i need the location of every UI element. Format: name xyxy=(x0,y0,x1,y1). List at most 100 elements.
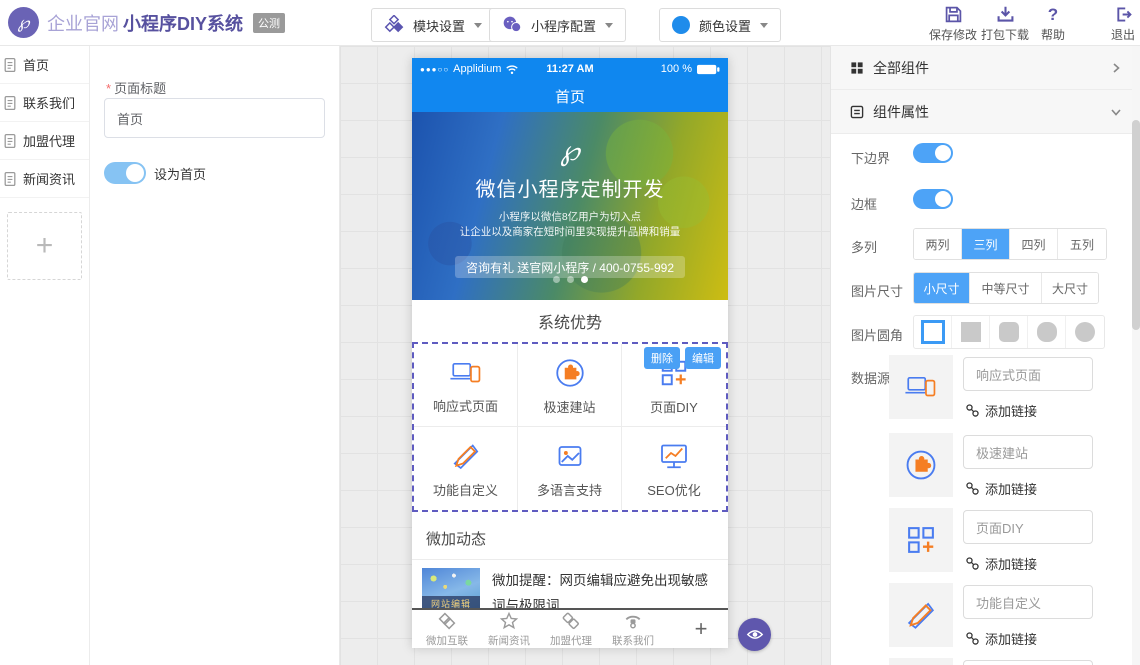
columns-option-5[interactable]: 五列 xyxy=(1058,229,1106,259)
tab-weijia[interactable]: 微加互联 xyxy=(416,610,478,648)
section-title-band[interactable]: 系统优势 xyxy=(412,300,728,342)
columns-option-3-active[interactable]: 三列 xyxy=(962,229,1010,259)
add-link-button[interactable]: 添加链接 xyxy=(965,554,1037,573)
feature-label: 功能自定义 xyxy=(433,480,498,499)
battery-icon xyxy=(696,64,720,75)
preview-eye-button[interactable] xyxy=(738,618,771,651)
feature-cell-responsive[interactable]: 响应式页面 xyxy=(414,344,518,427)
news-item[interactable]: 网站编辑 微加提醒：网页编辑应避免出现敏感词与极限词 xyxy=(412,560,728,608)
chain-icon xyxy=(965,403,980,418)
banner-cta-button[interactable]: 咨询有礼 送官网小程序 / 400-0755-992 xyxy=(455,256,685,278)
page-icon xyxy=(2,57,18,73)
feature-cell-fast-build[interactable]: 极速建站 xyxy=(518,344,622,427)
columns-option-2[interactable]: 两列 xyxy=(914,229,962,259)
tab-agent[interactable]: 加盟代理 xyxy=(540,610,602,648)
miniprogram-config-label: 小程序配置 xyxy=(531,16,596,35)
add-page-button[interactable]: + xyxy=(7,212,82,280)
dot-active xyxy=(581,276,588,283)
datasource-title-input[interactable] xyxy=(963,585,1093,619)
miniprogram-config-dropdown[interactable]: 小程序配置 xyxy=(489,8,626,42)
page-settings-panel: *页面标题 设为首页 xyxy=(90,46,340,665)
module-settings-dropdown[interactable]: 模块设置 xyxy=(371,8,495,42)
radius-option-circle[interactable] xyxy=(1066,316,1104,348)
sidebar-item-contact[interactable]: 联系我们 xyxy=(0,84,89,122)
phone-page-title: 首页 xyxy=(555,86,585,107)
radius-swatch xyxy=(1075,322,1095,342)
page-title-input[interactable] xyxy=(104,98,325,138)
beta-badge: 公测 xyxy=(253,13,285,33)
add-link-button[interactable]: 添加链接 xyxy=(965,401,1037,420)
exit-button[interactable]: 退出 xyxy=(1096,5,1140,43)
radius-option-square-selected[interactable] xyxy=(914,316,952,348)
plus-icon: + xyxy=(36,229,54,263)
exit-icon xyxy=(1114,5,1133,24)
delete-button[interactable]: 删除 xyxy=(644,347,680,369)
columns-option-4[interactable]: 四列 xyxy=(1010,229,1058,259)
datasource-title-input[interactable] xyxy=(963,660,1093,665)
dot xyxy=(567,276,574,283)
size-option-large[interactable]: 大尺寸 xyxy=(1042,273,1098,303)
page-icon xyxy=(2,133,18,149)
sidebar-item-news[interactable]: 新闻资讯 xyxy=(0,160,89,198)
color-settings-dropdown[interactable]: 颜色设置 xyxy=(659,8,781,42)
tab-add-button[interactable]: + xyxy=(678,610,724,648)
panel-scrollbar-track xyxy=(1132,46,1140,665)
sidebar-item-home[interactable]: 首页 xyxy=(0,46,89,84)
add-link-label: 添加链接 xyxy=(985,629,1037,648)
app-header: ℘ 企业官网小程序DIY系统 公测 模块设置 小程序配置 颜色设置 保存修改 打… xyxy=(0,0,1140,46)
cubes-icon xyxy=(384,15,404,35)
save-label: 保存修改 xyxy=(926,26,980,43)
phone-status-bar: ●●●○○ Applidium 11:27 AM 100 % xyxy=(412,58,728,80)
size-option-small-active[interactable]: 小尺寸 xyxy=(914,273,970,303)
selection-actions: 删除 编辑 xyxy=(644,347,721,369)
selected-feature-grid-component[interactable]: 删除 编辑 响应式页面 极速建站 页面DIY xyxy=(412,342,728,512)
datasource-title-input[interactable] xyxy=(963,435,1093,469)
color-settings-label: 颜色设置 xyxy=(699,16,751,35)
page-icon xyxy=(2,95,18,111)
panel-scrollbar-thumb[interactable] xyxy=(1132,120,1140,330)
radius-option-medium[interactable] xyxy=(1028,316,1066,348)
datasource-title-input[interactable] xyxy=(963,357,1093,391)
tab-contact[interactable]: 联系我们 xyxy=(602,610,664,648)
datasource-icon-tile xyxy=(889,508,953,572)
set-home-toggle[interactable] xyxy=(104,162,146,184)
add-link-button[interactable]: 添加链接 xyxy=(965,479,1037,498)
help-button[interactable]: ? 帮助 xyxy=(1026,5,1080,43)
battery-percent: 100 % xyxy=(661,63,692,75)
list-icon xyxy=(849,104,865,120)
sidebar-item-label: 首页 xyxy=(23,55,49,74)
all-components-header[interactable]: 全部组件 xyxy=(831,46,1140,90)
feature-cell-seo[interactable]: SEO优化 xyxy=(622,427,726,510)
border-toggle[interactable] xyxy=(913,189,953,209)
image-size-segmented-control: 小尺寸 中等尺寸 大尺寸 xyxy=(913,272,1099,304)
sidebar-item-label: 加盟代理 xyxy=(23,131,75,150)
sidebar-item-agent[interactable]: 加盟代理 xyxy=(0,122,89,160)
add-link-button[interactable]: 添加链接 xyxy=(965,629,1037,648)
properties-panel: 全部组件 组件属性 下边界 边框 多列 两列 三列 四列 五列 图片尺寸 小尺寸… xyxy=(830,46,1140,665)
dot xyxy=(553,276,560,283)
news-section-header[interactable]: 微加动态 xyxy=(412,518,728,560)
feature-cell-custom[interactable]: 功能自定义 xyxy=(414,427,518,510)
edit-button[interactable]: 编辑 xyxy=(685,347,721,369)
carousel-dots xyxy=(412,276,728,283)
banner-component[interactable]: ℘ 微信小程序定制开发 小程序以微信8亿用户为切入点 让企业以及商家在短时间里实… xyxy=(412,112,728,300)
component-props-label: 组件属性 xyxy=(873,102,929,122)
datasource-item-page-diy: 添加链接 xyxy=(889,508,1129,574)
seo-icon xyxy=(656,438,692,474)
save-button[interactable]: 保存修改 xyxy=(926,5,980,43)
responsive-page-icon xyxy=(447,356,485,390)
fast-build-icon xyxy=(552,355,588,391)
sidebar-item-label: 新闻资讯 xyxy=(23,169,75,188)
feature-cell-multilang[interactable]: 多语言支持 xyxy=(518,427,622,510)
size-option-medium[interactable]: 中等尺寸 xyxy=(970,273,1042,303)
tab-news[interactable]: 新闻资讯 xyxy=(478,610,540,648)
radius-option-none[interactable] xyxy=(952,316,990,348)
multilang-icon xyxy=(552,438,588,474)
datasource-title-input[interactable] xyxy=(963,510,1093,544)
help-label: 帮助 xyxy=(1026,26,1080,43)
bottom-border-toggle[interactable] xyxy=(913,143,953,163)
download-button[interactable]: 打包下载 xyxy=(978,5,1032,43)
image-size-label: 图片尺寸 xyxy=(851,281,903,300)
component-props-header[interactable]: 组件属性 xyxy=(831,90,1140,134)
radius-option-small[interactable] xyxy=(990,316,1028,348)
